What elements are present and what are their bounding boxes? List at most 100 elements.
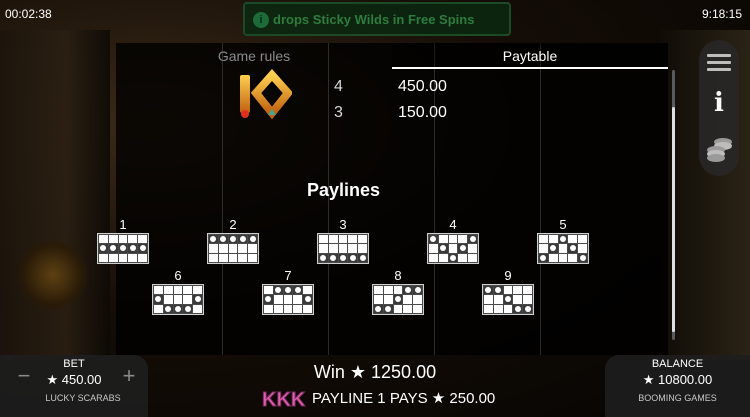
payline-cell [578, 244, 587, 253]
payline-cell [118, 253, 128, 262]
payline-cell [283, 304, 293, 313]
symbol-count: 3 [334, 104, 343, 121]
payline-cell [209, 244, 218, 253]
ten-symbol-icon [240, 69, 292, 120]
payline-cell-active [429, 235, 438, 244]
payline-cell [303, 286, 312, 295]
tab-game-rules[interactable]: Game rules [116, 43, 392, 69]
payline-cell [293, 295, 303, 304]
paytable-scrollbar[interactable] [672, 70, 675, 340]
payline-cell [328, 244, 338, 253]
payline-cell [374, 295, 383, 304]
payline-grid [97, 233, 149, 264]
payline-cell [328, 235, 338, 244]
increase-bet-button[interactable]: + [119, 363, 139, 389]
payline-cell [548, 235, 558, 244]
payline-pays-text: PAYLINE 1 PAYS ★ 250.00 [312, 390, 496, 407]
payline-cell-active [193, 295, 202, 304]
payline-cell-active [493, 286, 503, 295]
hamburger-menu-icon[interactable] [699, 50, 739, 71]
payline-cell [438, 253, 448, 262]
payline-cell [568, 253, 578, 262]
paylines-title: Paylines [306, 180, 381, 200]
payline-cell [413, 295, 422, 304]
payline-cell [458, 253, 468, 262]
payline-cell [99, 253, 108, 262]
payline-cell-active [328, 253, 338, 262]
payline-cell [523, 286, 532, 295]
payline-cell [228, 253, 238, 262]
payline-cell [218, 244, 228, 253]
payline-cell-active [458, 244, 468, 253]
info-icon[interactable]: i [699, 88, 739, 118]
scarab-emblem-art [18, 240, 88, 310]
payline-cell-active [283, 286, 293, 295]
payline-cell-active [468, 235, 477, 244]
payline-cell-active [228, 235, 238, 244]
payline-cell-active [383, 304, 393, 313]
balance-label: BALANCE [651, 358, 704, 370]
payline-cell [108, 253, 118, 262]
payline-diagram: 1 [97, 217, 149, 264]
payline-cell-active [413, 286, 422, 295]
tab-paytable[interactable]: Paytable [392, 43, 668, 69]
payline-cell [209, 253, 218, 262]
payline-cell-active [128, 244, 138, 253]
payline-cell [448, 235, 458, 244]
payline-number: 3 [339, 217, 347, 232]
payline-cell [264, 286, 273, 295]
payline-cell [348, 244, 358, 253]
brand-name: BOOMING GAMES [638, 393, 717, 403]
payline-number: 9 [504, 268, 512, 283]
payline-cell-active [264, 295, 273, 304]
payline-cell-active [374, 304, 383, 313]
bottom-bar: − BET ★ 450.00 + LUCKY SCARABS Win ★ 125… [0, 355, 750, 417]
payline-cell [238, 253, 248, 262]
payline-cell [319, 244, 328, 253]
pharaoh-statue-art [0, 30, 110, 360]
payline-cell [228, 244, 238, 253]
payline-grid [317, 233, 369, 264]
payline-cell-active [578, 253, 587, 262]
payline-number: 1 [119, 217, 127, 232]
svg-text:KKK: KKK [262, 389, 306, 409]
payline-cell-active [539, 253, 548, 262]
payline-cell [558, 244, 568, 253]
payline-cell [273, 304, 283, 313]
payline-win-info: KKK PAYLINE 1 PAYS ★ 250.00 [262, 387, 502, 410]
payline-cell [238, 244, 248, 253]
payline-cell [163, 286, 173, 295]
rules-tabs: Game rules Paytable [116, 43, 668, 69]
payline-cell [403, 304, 413, 313]
payline-cell [393, 304, 403, 313]
win-amount: Win ★ 1250.00 [313, 362, 437, 382]
payline-cell [429, 244, 438, 253]
payline-cell [523, 295, 532, 304]
payline-cell [358, 235, 367, 244]
payline-diagram: 8 [372, 268, 424, 315]
payline-cell [154, 304, 163, 313]
payline-cell-active [138, 244, 147, 253]
payline-diagram: 9 [482, 268, 534, 315]
payline-cell [374, 286, 383, 295]
payline-cell [138, 253, 147, 262]
payline-cell-active [154, 295, 163, 304]
balance-panel: BALANCE ★ 10800.00 BOOMING GAMES [605, 355, 750, 417]
payline-cell [118, 235, 128, 244]
system-clock: 9:18:15 [701, 7, 742, 21]
payline-cell-active [348, 253, 358, 262]
payline-diagram: 7 [262, 268, 314, 315]
payline-cell [429, 253, 438, 262]
k-symbols-icon: KKK [262, 389, 306, 410]
payline-cell-active [238, 235, 248, 244]
payline-grid [262, 284, 314, 315]
scrollbar-thumb[interactable] [672, 107, 675, 333]
coins-icon[interactable] [699, 134, 739, 169]
payline-cell [173, 286, 183, 295]
payline-cell-active [108, 244, 118, 253]
payline-cell [138, 235, 147, 244]
top-bar: 00:02:38 i drops Sticky Wilds in Free Sp… [0, 0, 750, 36]
payline-diagram: 6 [152, 268, 204, 315]
payout-amount: 150.00 [398, 104, 447, 121]
payline-cell-active [448, 253, 458, 262]
